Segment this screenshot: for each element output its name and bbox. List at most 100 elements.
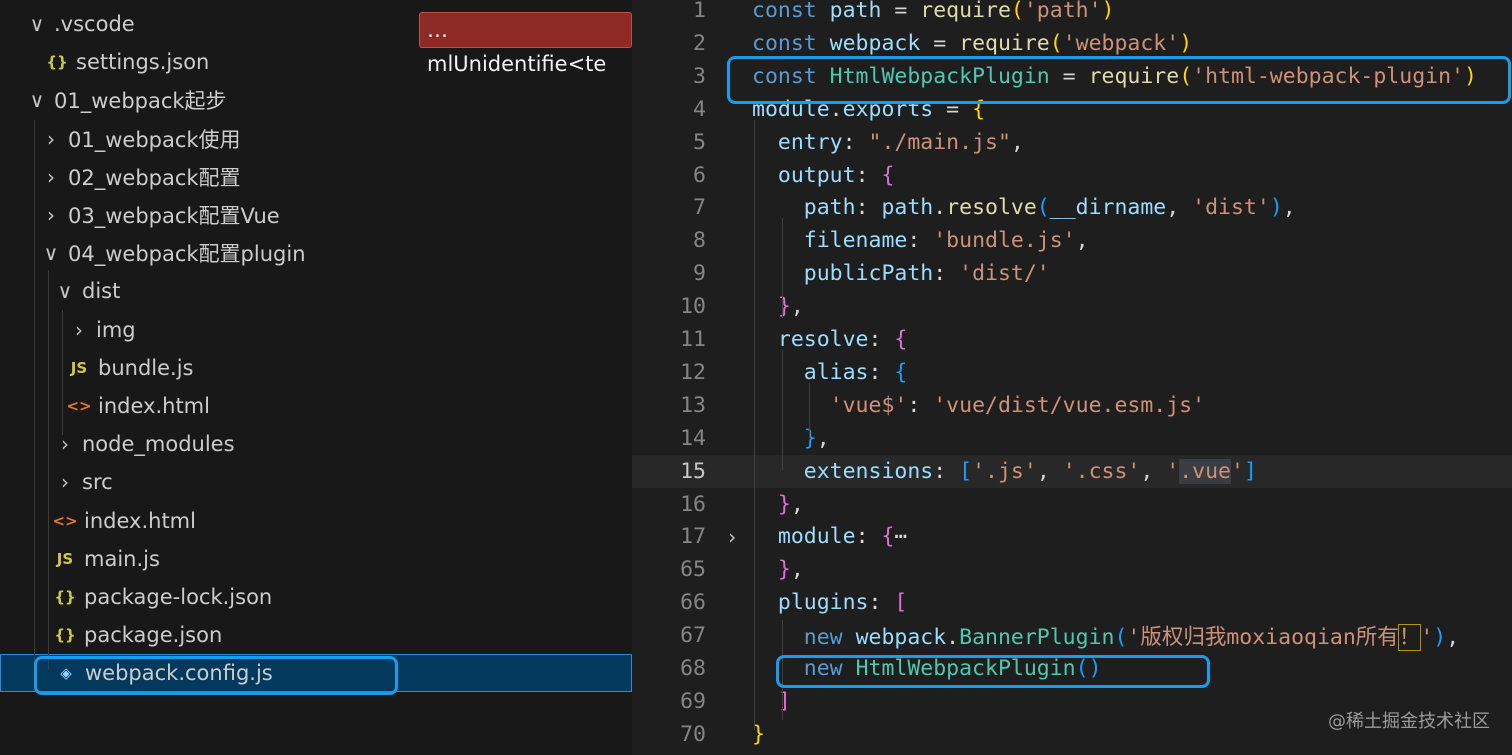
tree-item-label: node_modules bbox=[82, 432, 235, 457]
code-token: : bbox=[855, 524, 882, 550]
code-token: . bbox=[933, 195, 947, 221]
tree-item[interactable]: <> index.html bbox=[0, 502, 632, 540]
code-line[interactable]: 14 }, bbox=[632, 422, 1512, 455]
tree-item[interactable]: › 03_webpack配置Vue bbox=[0, 196, 632, 234]
code-line[interactable]: 1 const path = require('path') bbox=[632, 0, 1512, 27]
tree-item[interactable]: › src bbox=[0, 463, 632, 501]
code-line[interactable]: 12 alias: { bbox=[632, 356, 1512, 389]
tree-item[interactable]: ∨ dist bbox=[0, 272, 632, 310]
js-file-icon: JS bbox=[56, 549, 74, 568]
code-line[interactable]: 6 output: { bbox=[632, 159, 1512, 192]
chevron-right-icon[interactable]: › bbox=[54, 432, 76, 456]
code-token: , bbox=[816, 425, 830, 451]
code-token: resolve bbox=[777, 327, 869, 352]
chevron-down-icon[interactable]: ∨ bbox=[26, 88, 48, 112]
code-line[interactable]: 9 publicPath: 'dist/' bbox=[632, 257, 1512, 290]
code-editor[interactable]: 1 const path = require('path') 2 const webp… bbox=[632, 0, 1512, 755]
tree-item[interactable]: ∨ 04_webpack配置plugin bbox=[0, 234, 632, 272]
tree-item[interactable]: › 02_webpack配置 bbox=[0, 158, 632, 196]
chevron-right-icon[interactable]: › bbox=[40, 127, 62, 151]
chevron-right-icon[interactable]: › bbox=[40, 165, 62, 189]
code-line[interactable]: 17 › module: {⋯ bbox=[632, 520, 1512, 553]
chevron-right-icon[interactable]: › bbox=[68, 318, 90, 342]
code-text: output: { bbox=[752, 163, 895, 188]
code-line[interactable]: 67 new webpack.BannerPlugin('版权归我moxiaoq… bbox=[632, 619, 1512, 652]
tree-item[interactable]: › 01_webpack使用 bbox=[0, 120, 632, 158]
chevron-down-icon[interactable]: ∨ bbox=[40, 241, 62, 265]
code-text: new webpack.BannerPlugin('版权归我moxiaoqian… bbox=[752, 620, 1459, 652]
line-number: 3 bbox=[693, 63, 706, 89]
code-token: : bbox=[868, 590, 895, 616]
chevron-right-icon[interactable]: › bbox=[54, 470, 76, 494]
code-token: BannerPlugin bbox=[959, 625, 1115, 651]
code-token: : bbox=[907, 228, 934, 254]
code-token: } bbox=[777, 294, 791, 320]
tree-item[interactable]: JS main.js bbox=[0, 540, 632, 578]
tree-item-label: img bbox=[96, 317, 136, 342]
code-token: require bbox=[959, 30, 1050, 56]
tree-item[interactable]: JS bundle.js bbox=[0, 349, 632, 387]
tree-item[interactable]: <> index.html bbox=[0, 387, 632, 425]
code-token: ] bbox=[1243, 458, 1257, 484]
code-line[interactable]: 11 resolve: { bbox=[632, 323, 1512, 356]
code-token: : bbox=[842, 129, 869, 155]
tree-item-label: src bbox=[82, 470, 113, 495]
code-line[interactable]: 2 const webpack = require('webpack') bbox=[632, 27, 1512, 60]
code-token: 'vue/dist/vue.esm.js' bbox=[933, 392, 1206, 418]
code-line[interactable]: 15 extensions: ['.js', '.css', '.vue'] bbox=[632, 454, 1512, 488]
code-token: "./main.js" bbox=[868, 129, 1011, 155]
code-token: 'dist/' bbox=[959, 261, 1050, 287]
code-token: webpack bbox=[855, 625, 947, 651]
tree-item[interactable]: ∨ 01_webpack起步 bbox=[0, 81, 632, 119]
code-indent-guide bbox=[754, 120, 755, 730]
code-token: filename bbox=[803, 228, 908, 254]
chevron-down-icon[interactable]: ∨ bbox=[54, 279, 76, 303]
code-indent-guide bbox=[782, 350, 783, 470]
tree-item-label: .vscode bbox=[54, 12, 135, 36]
annotation-box-new-plugin bbox=[776, 655, 1210, 688]
tree-item[interactable]: › node_modules bbox=[0, 425, 632, 463]
code-token: : bbox=[907, 392, 934, 418]
tree-item[interactable]: {} package.json bbox=[0, 616, 632, 654]
code-line[interactable]: 8 filename: 'bundle.js', bbox=[632, 224, 1512, 257]
code-token: const bbox=[752, 0, 830, 23]
code-token: ] bbox=[777, 688, 791, 714]
code-line[interactable]: 13 'vue$': 'vue/dist/vue.esm.js' bbox=[632, 389, 1512, 422]
line-number: 7 bbox=[693, 195, 706, 221]
code-line[interactable]: 7 path: path.resolve(__dirname, 'dist'), bbox=[632, 191, 1512, 224]
code-text: ] bbox=[752, 689, 791, 714]
explorer-panel: ∨ .vscode{} settings.json ∨ 01_webpack起步 › 01_… bbox=[0, 0, 632, 755]
code-token: ⋯ bbox=[894, 524, 908, 550]
code-text: 'vue$': 'vue/dist/vue.esm.js' bbox=[752, 393, 1205, 418]
error-badge: …mlUnidentifie<te bbox=[419, 12, 632, 76]
code-text: module: {⋯ bbox=[752, 524, 907, 549]
tree-item[interactable]: {} package-lock.json bbox=[0, 578, 632, 616]
code-token: , bbox=[790, 491, 804, 517]
code-token: '版权归我moxiaoqian所有 bbox=[1127, 625, 1399, 651]
code-token: path bbox=[803, 195, 856, 221]
code-token: new bbox=[803, 625, 856, 651]
code-token: extensions bbox=[803, 458, 934, 484]
tree-item-label: 01_webpack起步 bbox=[54, 89, 227, 114]
code-token: , bbox=[1140, 458, 1167, 484]
line-number: 10 bbox=[680, 294, 706, 320]
code-token: : bbox=[855, 195, 882, 221]
chevron-right-icon[interactable]: › bbox=[40, 203, 62, 227]
fold-chevron-icon[interactable]: › bbox=[726, 525, 738, 549]
code-text: const webpack = require('webpack') bbox=[752, 31, 1192, 56]
chevron-down-icon[interactable]: ∨ bbox=[26, 12, 48, 36]
code-text: publicPath: 'dist/' bbox=[752, 261, 1050, 286]
code-line[interactable]: 5 entry: "./main.js", bbox=[632, 126, 1512, 159]
code-token: 'vue$' bbox=[829, 392, 908, 418]
code-line[interactable]: 10 }, bbox=[632, 290, 1512, 323]
tree-item[interactable]: › img bbox=[0, 311, 632, 349]
code-line[interactable]: 66 plugins: [ bbox=[632, 586, 1512, 619]
code-token: } bbox=[777, 491, 791, 517]
code-token: , bbox=[790, 294, 804, 320]
code-line[interactable]: 65 }, bbox=[632, 553, 1512, 586]
code-line[interactable]: 16 }, bbox=[632, 488, 1512, 521]
